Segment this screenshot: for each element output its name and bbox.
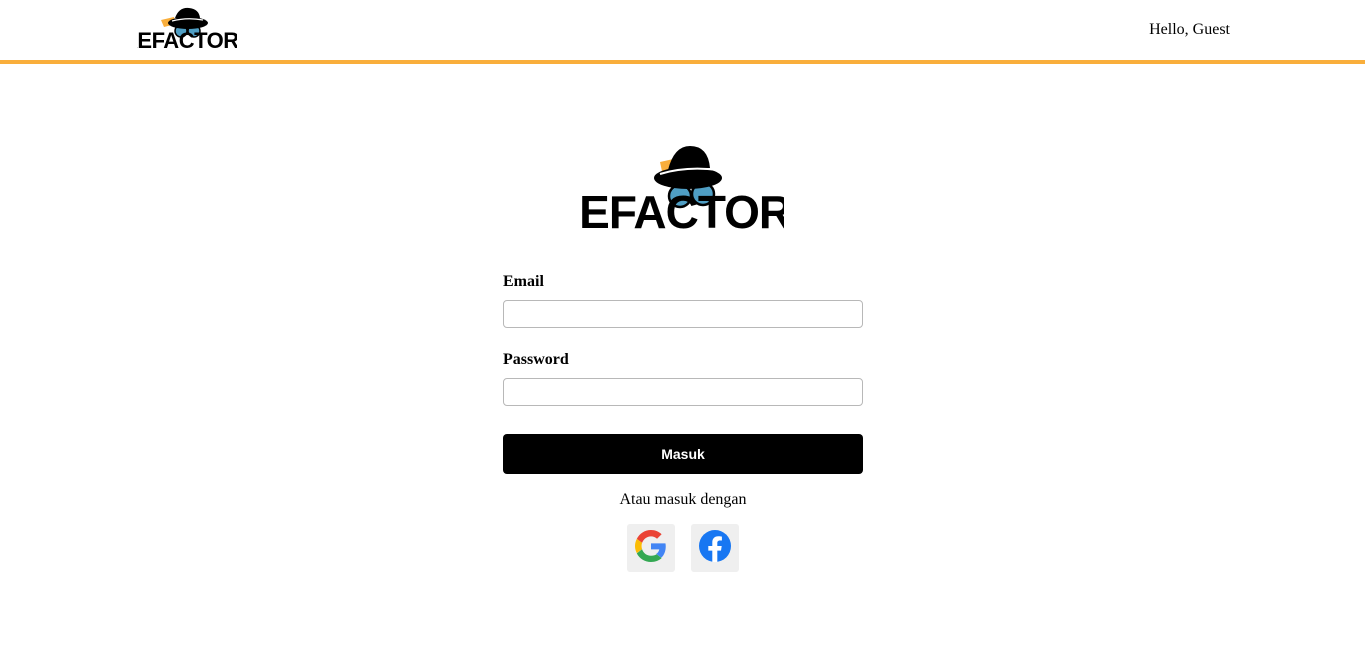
main-logo-text: REFACTORY	[582, 186, 784, 232]
password-field[interactable]	[503, 378, 863, 406]
email-label: Email	[503, 273, 544, 290]
facebook-login-button[interactable]	[691, 524, 739, 572]
google-login-button[interactable]	[627, 524, 675, 572]
social-login-group	[503, 524, 863, 572]
user-greeting: Hello, Guest	[1149, 21, 1230, 38]
login-form: Email Password Masuk Atau masuk dengan	[503, 272, 863, 572]
email-field[interactable]	[503, 300, 863, 328]
password-label: Password	[503, 351, 569, 368]
alt-login-text: Atau masuk dengan	[619, 491, 747, 508]
login-button[interactable]: Masuk	[503, 434, 863, 474]
main-logo: REFACTORY	[547, 144, 820, 238]
facebook-icon	[699, 529, 731, 567]
top-header: REFACTORY Hello, Guest	[0, 0, 1365, 64]
google-icon	[635, 529, 667, 567]
header-logo[interactable]: REFACTORY	[122, 6, 253, 53]
header-logo-text: REFACTORY	[137, 28, 237, 50]
